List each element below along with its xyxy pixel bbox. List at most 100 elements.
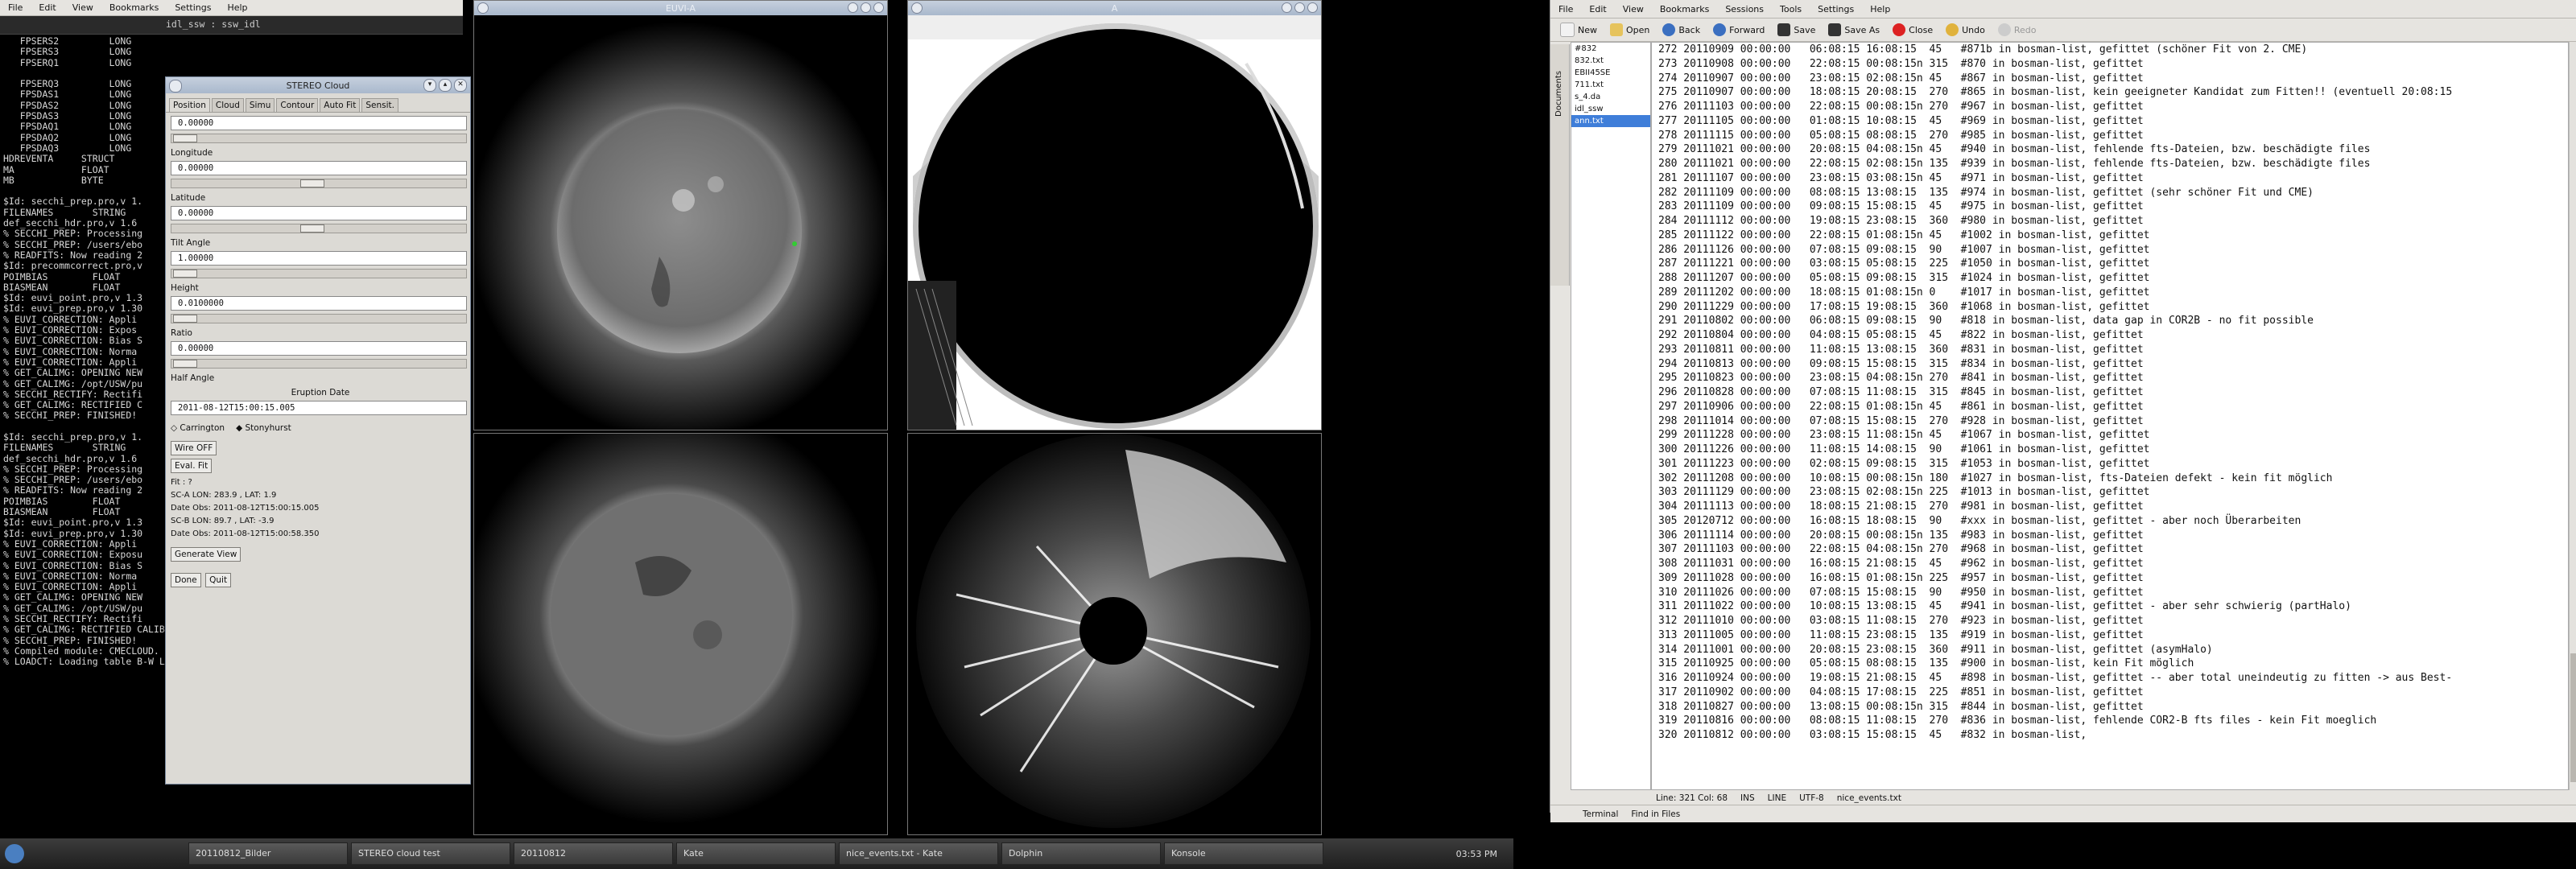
task-item[interactable]: Konsole xyxy=(1164,842,1323,865)
task-item[interactable]: 20110812 xyxy=(514,842,673,865)
tab-position[interactable]: Position xyxy=(169,98,210,112)
minimize-icon[interactable]: ▾ xyxy=(848,2,858,13)
tab-sensit[interactable]: Sensit. xyxy=(361,98,398,112)
tab-cloud[interactable]: Cloud xyxy=(211,98,244,112)
kate-menu-edit[interactable]: Edit xyxy=(1581,4,1614,14)
menu-file[interactable]: File xyxy=(0,2,31,13)
euvi-a-image[interactable] xyxy=(470,15,889,440)
kate-menu-file[interactable]: File xyxy=(1550,4,1581,14)
slider-thumb[interactable] xyxy=(300,179,324,187)
kate-menu-settings[interactable]: Settings xyxy=(1810,4,1862,14)
redo-button[interactable]: Redo xyxy=(1993,22,2041,38)
open-button[interactable]: Open xyxy=(1605,22,1654,38)
task-item[interactable]: Kate xyxy=(676,842,836,865)
slider-thumb[interactable] xyxy=(173,360,197,368)
document-item[interactable]: #832 xyxy=(1571,43,1650,55)
kate-menu-help[interactable]: Help xyxy=(1862,4,1898,14)
euvi-a-titlebar[interactable]: EUVI-A ▾ ▴ ✕ xyxy=(474,1,887,15)
task-item[interactable]: 20110812_Bilder xyxy=(188,842,348,865)
back-button[interactable]: Back xyxy=(1657,22,1705,38)
close-icon[interactable]: ✕ xyxy=(873,2,884,13)
done-button[interactable]: Done xyxy=(171,573,201,587)
window-menu-icon[interactable] xyxy=(169,80,182,93)
editor-scrollbar[interactable] xyxy=(2569,42,2576,790)
maximize-icon[interactable]: ▴ xyxy=(1294,2,1305,13)
document-item[interactable]: EBII45SE xyxy=(1571,67,1650,79)
cor2-a-titlebar[interactable]: A ▾ ▴ ✕ xyxy=(908,1,1321,15)
text-editor[interactable]: 272 20110909 00:00:00 06:08:15 16:08:15 … xyxy=(1651,42,2569,790)
clock[interactable]: 03:53 PM xyxy=(1456,849,1497,859)
document-item[interactable]: 832.txt xyxy=(1571,55,1650,67)
task-item[interactable]: Dolphin xyxy=(1001,842,1161,865)
generate-view-button[interactable]: Generate View xyxy=(171,547,242,562)
menu-settings[interactable]: Settings xyxy=(167,2,219,13)
ratio-field[interactable]: 0.0100000 xyxy=(171,296,467,311)
menu-bookmarks[interactable]: Bookmarks xyxy=(101,2,167,13)
height-field[interactable]: 1.00000 xyxy=(171,251,467,266)
kate-menu-tools[interactable]: Tools xyxy=(1772,4,1810,14)
insert-mode[interactable]: INS xyxy=(1740,793,1755,803)
wire-toggle-button[interactable]: Wire OFF xyxy=(171,441,217,455)
kate-menu-bookmarks[interactable]: Bookmarks xyxy=(1652,4,1717,14)
kate-menu-view[interactable]: View xyxy=(1615,4,1652,14)
kate-menu-sessions[interactable]: Sessions xyxy=(1717,4,1772,14)
cor2-b-image[interactable] xyxy=(908,434,1321,834)
close-button[interactable]: Close xyxy=(1888,22,1938,38)
start-menu-icon[interactable] xyxy=(5,844,24,863)
window-menu-icon[interactable] xyxy=(911,2,923,14)
radio-stonyhurst[interactable]: ◆ Stonyhurst xyxy=(236,423,291,433)
slider-thumb[interactable] xyxy=(173,134,197,142)
document-item[interactable]: idl_ssw xyxy=(1571,103,1650,115)
slider-thumb[interactable] xyxy=(173,315,197,323)
slider-thumb[interactable] xyxy=(300,224,324,233)
save-as-button[interactable]: Save As xyxy=(1823,22,1885,38)
save-button[interactable]: Save xyxy=(1773,22,1820,38)
tab-contour[interactable]: Contour xyxy=(276,98,319,112)
tilt-slider[interactable] xyxy=(171,224,467,233)
maximize-icon[interactable]: ▴ xyxy=(439,79,452,92)
menu-edit[interactable]: Edit xyxy=(31,2,64,13)
height-slider[interactable] xyxy=(171,269,467,278)
menu-view[interactable]: View xyxy=(64,2,101,13)
eval-fit-button[interactable]: Eval. Fit xyxy=(171,459,213,473)
quit-button[interactable]: Quit xyxy=(205,573,232,587)
close-icon[interactable]: ✕ xyxy=(1307,2,1318,13)
menu-help[interactable]: Help xyxy=(219,2,255,13)
document-item-active[interactable]: ann.txt xyxy=(1571,115,1650,127)
forward-button[interactable]: Forward xyxy=(1708,22,1769,38)
document-item[interactable]: 711.txt xyxy=(1571,79,1650,91)
radio-carrington[interactable]: ◇ Carrington xyxy=(171,423,225,433)
terminal-tab[interactable]: idl_ssw : ssw_idl xyxy=(166,19,261,31)
latitude-slider[interactable] xyxy=(171,179,467,188)
documents-sidebar-tab[interactable]: Documents xyxy=(1550,44,1570,286)
encoding[interactable]: UTF-8 xyxy=(1799,793,1824,803)
halfangle-slider[interactable] xyxy=(171,359,467,369)
selection-mode[interactable]: LINE xyxy=(1768,793,1786,803)
undo-button[interactable]: Undo xyxy=(1941,22,1990,38)
eruption-date-field[interactable]: 2011-08-12T15:00:15.005 xyxy=(171,401,467,415)
find-in-files-button[interactable]: Find in Files xyxy=(1631,809,1680,819)
maximize-icon[interactable]: ▴ xyxy=(861,2,871,13)
new-button[interactable]: New xyxy=(1555,21,1602,39)
minimize-icon[interactable]: ▾ xyxy=(423,79,436,92)
tilt-field[interactable]: 0.00000 xyxy=(171,206,467,220)
halfangle-field[interactable]: 0.00000 xyxy=(171,341,467,356)
tab-autofit[interactable]: Auto Fit xyxy=(320,98,361,112)
minimize-icon[interactable]: ▾ xyxy=(1282,2,1292,13)
scrollbar-thumb[interactable] xyxy=(2570,653,2576,782)
euvi-b-image[interactable] xyxy=(462,406,887,834)
longitude-slider[interactable] xyxy=(171,134,467,143)
latitude-field[interactable]: 0.00000 xyxy=(171,161,467,175)
task-item[interactable]: STEREO cloud test xyxy=(351,842,510,865)
window-menu-icon[interactable] xyxy=(477,2,489,14)
cor2-a-image[interactable] xyxy=(908,15,1321,430)
document-item[interactable]: s_4.da xyxy=(1571,91,1650,103)
tab-simu[interactable]: Simu xyxy=(245,98,275,112)
stereo-titlebar[interactable]: STEREO Cloud ▾ ▴ ✕ xyxy=(166,77,470,93)
longitude-field[interactable]: 0.00000 xyxy=(171,116,467,130)
slider-thumb[interactable] xyxy=(173,270,197,278)
terminal-toolview-button[interactable]: Terminal xyxy=(1583,809,1618,819)
close-icon[interactable]: ✕ xyxy=(454,79,467,92)
task-item[interactable]: nice_events.txt - Kate xyxy=(839,842,998,865)
ratio-slider[interactable] xyxy=(171,314,467,323)
